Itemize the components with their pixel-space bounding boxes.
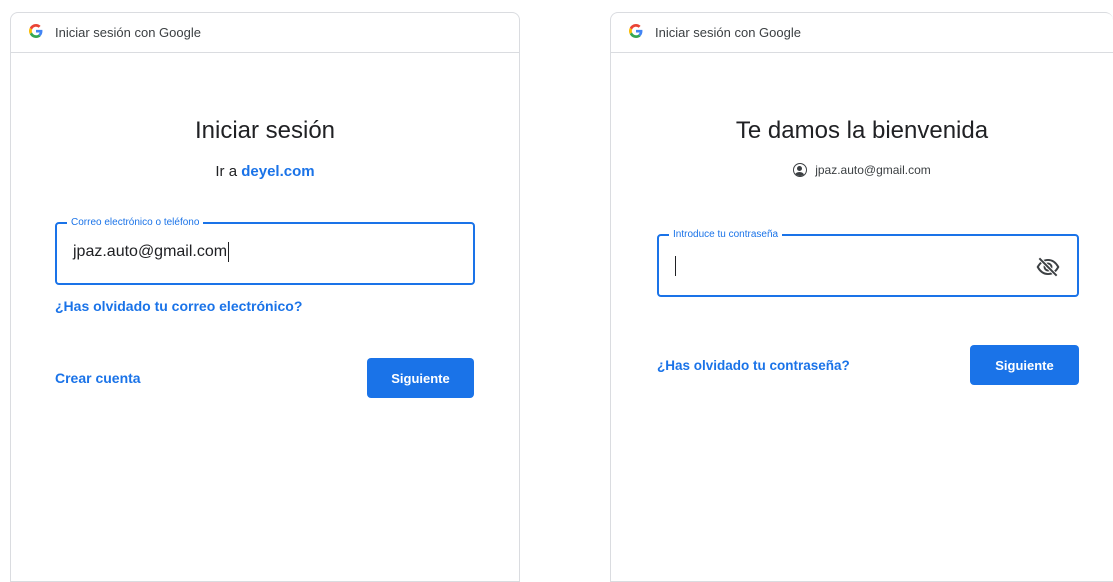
sign-in-email-window: Iniciar sesión con Google Iniciar sesión… xyxy=(10,12,520,582)
email-value-text: jpaz.auto@gmail.com xyxy=(73,243,228,261)
google-g-icon xyxy=(29,23,45,42)
account-circle-icon xyxy=(793,163,808,177)
window-title: Iniciar sesión con Google xyxy=(655,25,801,40)
password-field-label: Introduce tu contraseña xyxy=(669,228,783,242)
password-field[interactable]: Introduce tu contraseña xyxy=(657,228,1079,297)
email-field-label: Correo electrónico o teléfono xyxy=(67,216,204,230)
window-title: Iniciar sesión con Google xyxy=(55,25,201,40)
next-button[interactable]: Siguiente xyxy=(970,345,1079,385)
email-input-value[interactable]: jpaz.auto@gmail.com xyxy=(73,242,230,262)
page-title: Iniciar sesión xyxy=(194,117,336,144)
visibility-off-icon[interactable] xyxy=(1035,254,1061,280)
destination-prefix: Ir a xyxy=(215,163,238,180)
window-titlebar: Iniciar sesión con Google xyxy=(611,13,1113,53)
sign-in-password-window: Iniciar sesión con Google Te damos la bi… xyxy=(610,12,1113,582)
email-field[interactable]: Correo electrónico o teléfono jpaz.auto@… xyxy=(55,216,475,285)
text-caret xyxy=(228,242,230,262)
google-g-icon xyxy=(629,23,645,42)
next-button[interactable]: Siguiente xyxy=(367,358,474,398)
window-titlebar: Iniciar sesión con Google xyxy=(11,13,519,53)
page-title: Te damos la bienvenida xyxy=(735,117,989,144)
forgot-password-link[interactable]: ¿Has olvidado tu contraseña? xyxy=(657,358,850,373)
text-caret xyxy=(675,256,676,276)
account-chip[interactable]: jpaz.auto@gmail.com xyxy=(611,163,1113,177)
create-account-link[interactable]: Crear cuenta xyxy=(55,370,141,386)
forgot-email-link[interactable]: ¿Has olvidado tu correo electrónico? xyxy=(55,298,302,314)
destination-line: Ir a deyel.com xyxy=(11,163,519,180)
account-email: jpaz.auto@gmail.com xyxy=(815,163,931,177)
destination-domain-link[interactable]: deyel.com xyxy=(241,163,314,180)
